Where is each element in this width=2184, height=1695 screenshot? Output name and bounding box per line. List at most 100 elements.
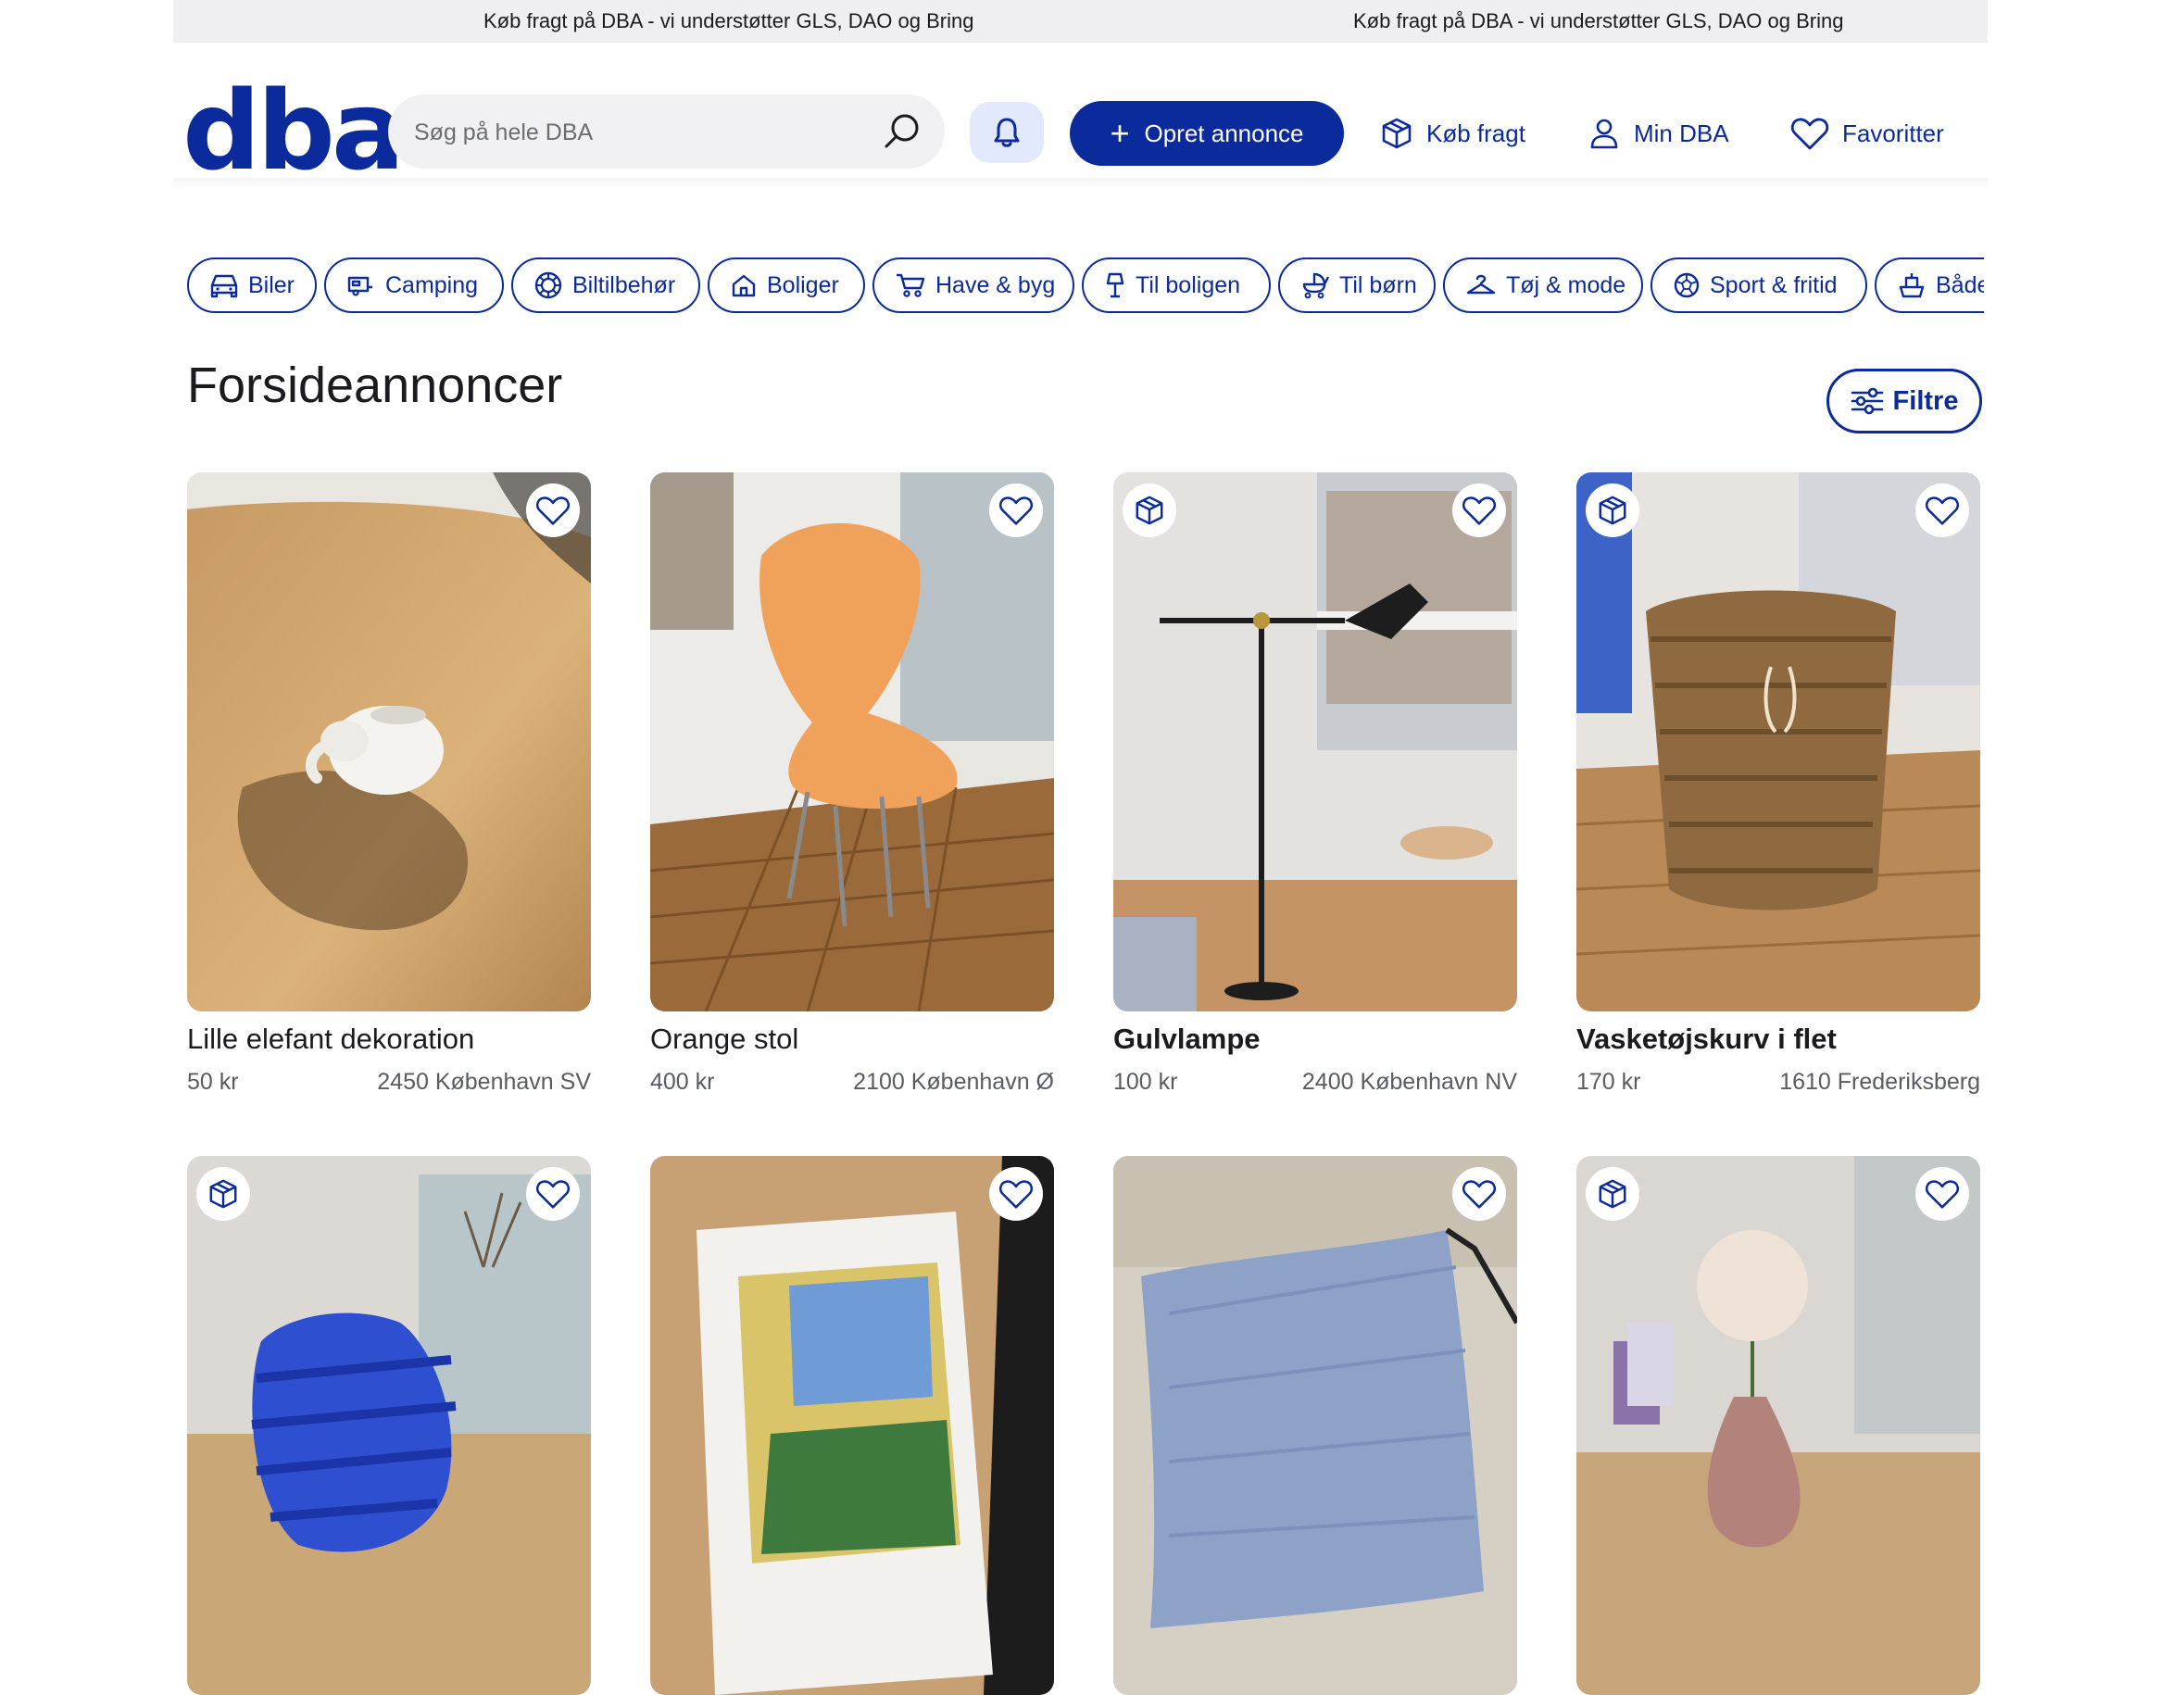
- category-bar: Biler Camping Biltilbehør Boliger Have &…: [187, 257, 1984, 317]
- banner-message: Køb fragt på DBA - vi understøtter GLS, …: [483, 9, 974, 32]
- listing-location: 2100 København Ø: [853, 1069, 1054, 1095]
- package-icon: [1599, 1179, 1626, 1209]
- favorite-button[interactable]: [1452, 483, 1506, 537]
- category-bade[interactable]: Både: [1875, 257, 1984, 313]
- package-icon: [1136, 496, 1163, 525]
- listing-price: 400 kr: [650, 1069, 715, 1095]
- stroller-icon: [1302, 272, 1330, 299]
- camper-icon: [347, 276, 372, 296]
- dba-logo[interactable]: dba: [182, 76, 406, 185]
- notifications-button[interactable]: [970, 102, 1044, 163]
- user-icon: [1590, 119, 1618, 149]
- listing-title[interactable]: Gulvlampe: [1113, 1023, 1261, 1056]
- filter-label: Filtre: [1892, 385, 1959, 416]
- listing-photo[interactable]: [650, 1156, 1054, 1695]
- favorite-button[interactable]: [526, 1167, 580, 1221]
- listing-location: 2450 København SV: [377, 1069, 591, 1095]
- listing-photo[interactable]: [187, 1156, 591, 1695]
- ceramic-vase-photo: [1576, 1156, 1980, 1695]
- heart-icon: [999, 496, 1033, 525]
- favorite-button[interactable]: [989, 483, 1043, 537]
- category-sport-fritid[interactable]: Sport & fritid: [1651, 257, 1867, 313]
- create-listing-label: Opret annonce: [1144, 119, 1304, 147]
- listing-photo[interactable]: [1113, 472, 1517, 1011]
- listing-photo[interactable]: [650, 472, 1054, 1011]
- ball-icon: [1674, 272, 1700, 298]
- favorite-button[interactable]: [989, 1167, 1043, 1221]
- category-label: Sport & fritid: [1710, 271, 1838, 298]
- package-icon: [1599, 496, 1626, 525]
- create-listing-button[interactable]: + Opret annonce: [1070, 101, 1344, 166]
- search-input[interactable]: [412, 94, 860, 170]
- listing-price: 100 kr: [1113, 1069, 1178, 1095]
- heart-icon: [1462, 1180, 1496, 1209]
- listing-location: 2400 København NV: [1301, 1069, 1517, 1095]
- category-til-born[interactable]: Til børn: [1278, 257, 1436, 313]
- heart-icon: [1462, 496, 1496, 525]
- boat-icon: [1899, 273, 1925, 298]
- heart-icon: [536, 1180, 570, 1209]
- banner-message: Køb fragt på DBA - vi understøtter GLS, …: [1353, 9, 1844, 32]
- heart-icon: [999, 1180, 1033, 1209]
- shipping-badge: [1586, 483, 1639, 537]
- category-label: Til børn: [1339, 271, 1417, 298]
- category-label: Boliger: [767, 271, 839, 298]
- category-label: Både: [1936, 271, 1984, 298]
- package-icon: [1382, 118, 1412, 149]
- listing-location: 1610 Frederiksberg: [1779, 1069, 1980, 1095]
- category-label: Have & byg: [935, 271, 1056, 298]
- floor-lamp-photo: [1113, 472, 1517, 1011]
- search-bar[interactable]: [388, 94, 945, 170]
- laundry-basket-photo: [1576, 472, 1980, 1011]
- listing-photo[interactable]: [1576, 472, 1980, 1011]
- header-divider: [173, 178, 1988, 189]
- favorite-button[interactable]: [1915, 483, 1969, 537]
- category-label: Tøj & mode: [1506, 271, 1626, 298]
- category-toj-mode[interactable]: Tøj & mode: [1443, 257, 1643, 313]
- filter-button[interactable]: Filtre: [1826, 369, 1982, 433]
- category-label: Biler: [248, 271, 295, 298]
- shipping-badge: [1586, 1167, 1639, 1221]
- heart-icon: [1790, 118, 1829, 150]
- category-biler[interactable]: Biler: [187, 257, 317, 313]
- favorite-button[interactable]: [1452, 1167, 1506, 1221]
- wheelbarrow-icon: [897, 273, 925, 297]
- category-label: Camping: [385, 271, 479, 298]
- elephant-photo: [187, 472, 591, 1011]
- bell-icon: [994, 118, 1020, 147]
- my-dba-link[interactable]: Min DBA: [1588, 109, 1729, 157]
- category-label: Biltilbehør: [572, 271, 676, 298]
- package-icon: [209, 1179, 237, 1209]
- category-biltilbehor[interactable]: Biltilbehør: [511, 257, 700, 313]
- heart-icon: [1926, 1180, 1959, 1209]
- my-dba-label: Min DBA: [1634, 119, 1729, 147]
- listing-photo[interactable]: [1576, 1156, 1980, 1695]
- listing-price: 50 kr: [187, 1069, 239, 1095]
- hanger-icon: [1466, 274, 1496, 295]
- listing-photo[interactable]: [1113, 1156, 1517, 1695]
- listing-title[interactable]: Orange stol: [650, 1023, 798, 1056]
- buy-freight-label: Køb fragt: [1426, 119, 1525, 147]
- site-header: dba + Opret annonce Køb fragt: [173, 43, 1988, 185]
- buy-freight-link[interactable]: Køb fragt: [1380, 109, 1525, 157]
- plus-icon: +: [1110, 114, 1130, 152]
- category-boliger[interactable]: Boliger: [708, 257, 865, 313]
- listing-photo[interactable]: [187, 472, 591, 1011]
- listing-title[interactable]: Vasketøjskurv i flet: [1576, 1023, 1837, 1056]
- category-til-boligen[interactable]: Til boligen: [1082, 257, 1271, 313]
- blue-vase-photo: [187, 1156, 591, 1695]
- category-have-byg[interactable]: Have & byg: [872, 257, 1074, 313]
- house-icon: [732, 274, 756, 297]
- art-print-photo: [650, 1156, 1054, 1695]
- page-title: Forsideannoncer: [187, 358, 563, 413]
- search-icon[interactable]: [882, 111, 923, 152]
- heart-icon: [1926, 496, 1959, 525]
- favorites-link[interactable]: Favoritter: [1790, 109, 1944, 157]
- favorites-label: Favoritter: [1842, 119, 1944, 147]
- sliders-icon: [1851, 387, 1883, 415]
- chair-photo: [650, 472, 1054, 1011]
- listing-title[interactable]: Lille elefant dekoration: [187, 1023, 474, 1056]
- favorite-button[interactable]: [1915, 1167, 1969, 1221]
- category-camping[interactable]: Camping: [324, 257, 504, 313]
- favorite-button[interactable]: [526, 483, 580, 537]
